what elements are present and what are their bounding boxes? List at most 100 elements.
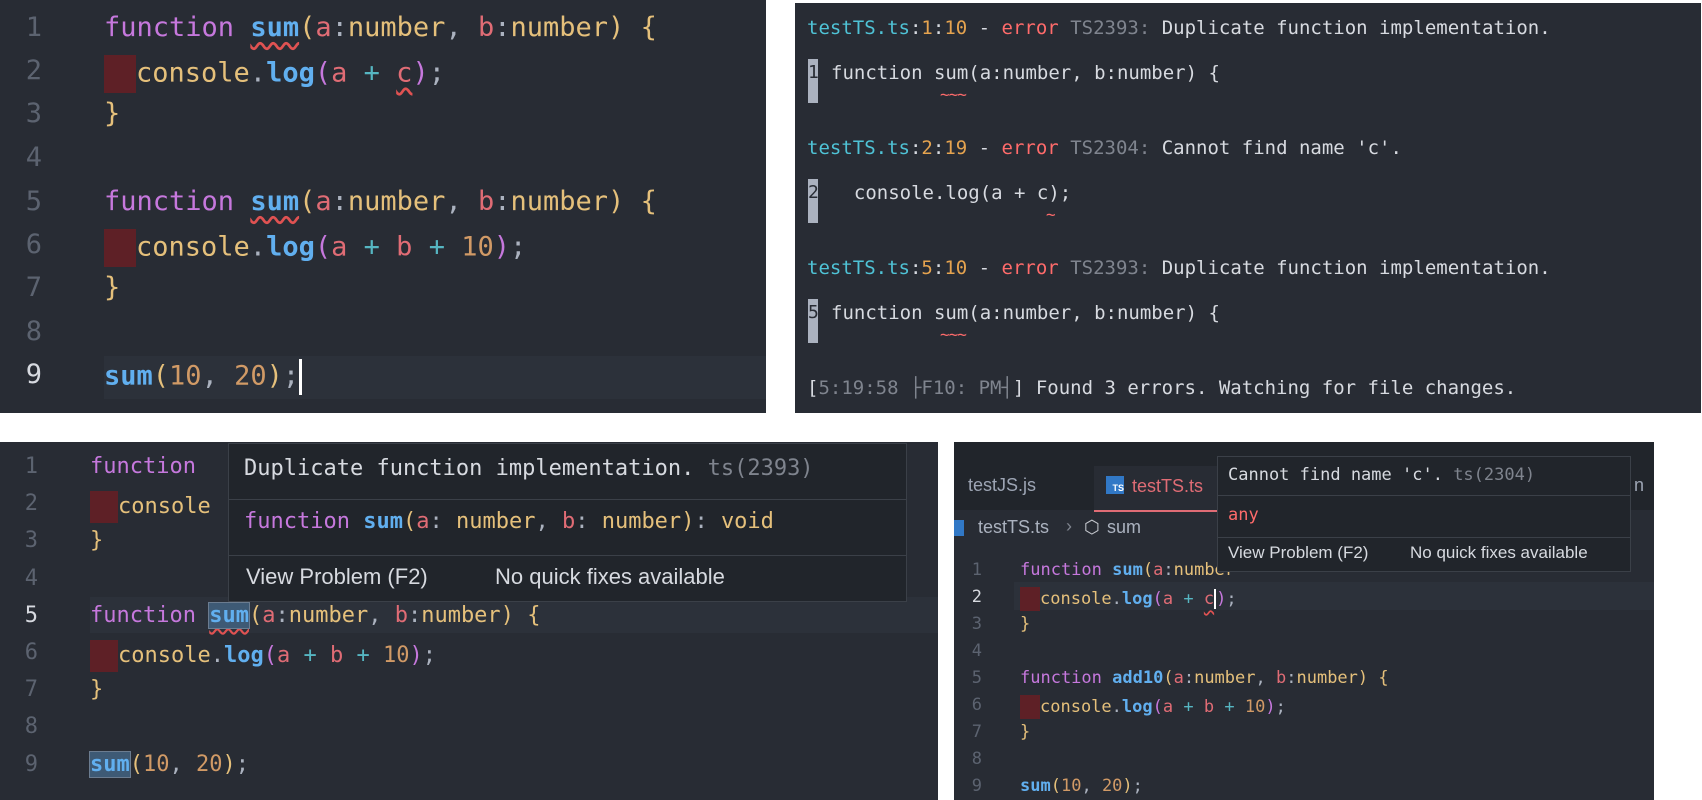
error-col: 10	[944, 17, 968, 39]
code-line-6[interactable]: console.log(a + b + 10);	[90, 640, 436, 672]
code-line-5[interactable]: function sum(a:number, b:number) {	[90, 602, 540, 629]
error-header-2[interactable]: testTS.ts:2:19 - error TS2304: Cannot fi…	[807, 137, 1402, 159]
method: log	[223, 643, 264, 668]
breakpoint-marker[interactable]	[90, 640, 118, 672]
error-message: Cannot find name 'c'.	[1161, 137, 1402, 159]
code-line-5[interactable]: function sum(a:number, b:number) {	[104, 186, 657, 217]
source-line: function sum(a:number, b:number) {	[831, 62, 1220, 84]
tab-label: testTS.ts	[1132, 476, 1204, 496]
method: log	[266, 57, 315, 89]
source-line-number: 2	[808, 182, 819, 203]
param: a	[262, 603, 276, 628]
error-squiggle: ~	[1046, 205, 1056, 224]
code-line-9[interactable]: sum(10, 20);	[89, 751, 249, 778]
function-name: sum	[363, 509, 403, 534]
code-line-9[interactable]: sum(10, 20);	[1020, 776, 1143, 796]
object: console	[136, 57, 250, 89]
code-line-2[interactable]: console.log(a + c);	[104, 55, 445, 93]
editor-panel-bottom-right: testJS.js TS testTS.ts n testTS.ts › ⬡ s…	[954, 442, 1654, 800]
type: number	[347, 186, 446, 217]
error-label: error	[1001, 137, 1059, 159]
code-line-1[interactable]: function sum(a:number, b:number) {	[104, 12, 657, 43]
breakpoint-marker[interactable]	[1020, 695, 1040, 719]
method: log	[1121, 697, 1153, 717]
type: number	[1194, 668, 1256, 688]
code-line-3[interactable]: }	[104, 98, 120, 129]
code-line-6[interactable]: console.log(a + b + 10);	[1020, 695, 1286, 719]
code-line-7[interactable]: }	[104, 272, 120, 303]
keyword: function	[90, 603, 196, 628]
object: console	[1040, 697, 1112, 717]
breakpoint-marker[interactable]	[104, 229, 136, 267]
error-code: TS2304:	[1070, 137, 1151, 159]
error-header-3[interactable]: testTS.ts:5:10 - error TS2393: Duplicate…	[807, 257, 1551, 279]
view-problem-link[interactable]: View Problem (F2)	[246, 564, 428, 590]
tab-overflow[interactable]: n	[1634, 475, 1644, 496]
identifier: b	[396, 231, 413, 263]
keyword: function	[104, 186, 235, 217]
param: a	[1153, 560, 1164, 580]
function-name: add10	[1112, 668, 1164, 688]
code-line-3[interactable]: }	[90, 528, 103, 553]
error-file: testTS.ts	[807, 257, 910, 279]
divider	[229, 499, 906, 500]
line-number: 3	[24, 528, 38, 553]
param: a	[1173, 668, 1184, 688]
hover-signature: function sum(a: number, b: number): void	[244, 509, 774, 534]
code-line-2[interactable]: console	[90, 491, 211, 523]
line-number: 1	[24, 454, 38, 479]
type: number	[455, 509, 536, 534]
code-line-7[interactable]: }	[90, 677, 103, 702]
number: 10	[461, 231, 494, 263]
code-line-5[interactable]: function add10(a:number, b:number) {	[1020, 668, 1389, 688]
identifier: b	[1203, 697, 1215, 717]
editor-panel-bottom-left: 1 2 3 4 5 6 7 8 9 function console } fun…	[0, 442, 938, 800]
hover-error-code: ts(2304)	[1453, 465, 1536, 485]
no-quick-fixes-text: No quick fixes available	[495, 564, 725, 589]
param: b	[477, 12, 495, 43]
method: log	[266, 231, 315, 263]
type: number	[421, 603, 501, 628]
tab-label-partial: n	[1634, 475, 1645, 495]
hover-error-text: Cannot find name 'c'.	[1228, 465, 1443, 485]
hover-message: Cannot find name 'c'. ts(2304)	[1228, 465, 1535, 485]
identifier: a	[1162, 697, 1174, 717]
param: b	[1275, 668, 1287, 688]
keyword: function	[104, 12, 235, 43]
function-call: sum	[1020, 776, 1051, 796]
object: console	[136, 231, 250, 263]
line-number: 2	[24, 491, 38, 516]
tab-label: testJS.js	[968, 475, 1037, 495]
code-line-1[interactable]: function sum(a:number	[1020, 560, 1235, 580]
code-line-3[interactable]: }	[1020, 614, 1030, 634]
function-name[interactable]: sum	[250, 12, 299, 43]
function-name-highlighted[interactable]: sum	[208, 602, 250, 629]
code-line-7[interactable]: }	[1020, 722, 1030, 742]
line-number-current: 2	[971, 587, 982, 607]
code-line-1[interactable]: function	[90, 454, 196, 479]
breadcrumb-symbol[interactable]: sum	[1107, 517, 1141, 538]
keyword: function	[1020, 668, 1102, 688]
code-line-6[interactable]: console.log(a + b + 10);	[104, 229, 526, 267]
identifier: b	[329, 643, 344, 668]
tab-testjs[interactable]: testJS.js	[968, 475, 1036, 496]
line-number: 7	[25, 272, 42, 303]
code-line-2[interactable]: console.log(a + c);	[1020, 587, 1237, 611]
no-quick-fixes-text: No quick fixes available	[1410, 543, 1588, 562]
error-label: error	[1001, 257, 1059, 279]
view-problem-link[interactable]: View Problem (F2)	[1228, 543, 1368, 563]
error-code: TS2393:	[1070, 257, 1151, 279]
breakpoint-marker[interactable]	[104, 55, 136, 93]
identifier: a	[331, 231, 348, 263]
divider	[1218, 537, 1630, 538]
undefined-identifier[interactable]: c	[1204, 589, 1214, 609]
number: 10	[1244, 697, 1266, 717]
code-line-9[interactable]: sum(10, 20);	[104, 359, 303, 395]
breakpoint-marker[interactable]	[90, 491, 118, 523]
error-header-1[interactable]: testTS.ts:1:10 - error TS2393: Duplicate…	[807, 17, 1551, 39]
breakpoint-marker[interactable]	[1020, 587, 1040, 611]
function-name[interactable]: sum	[250, 186, 299, 217]
line-number: 6	[971, 695, 982, 715]
undefined-identifier[interactable]: c	[396, 58, 412, 89]
breadcrumb-file[interactable]: testTS.ts	[978, 517, 1049, 538]
